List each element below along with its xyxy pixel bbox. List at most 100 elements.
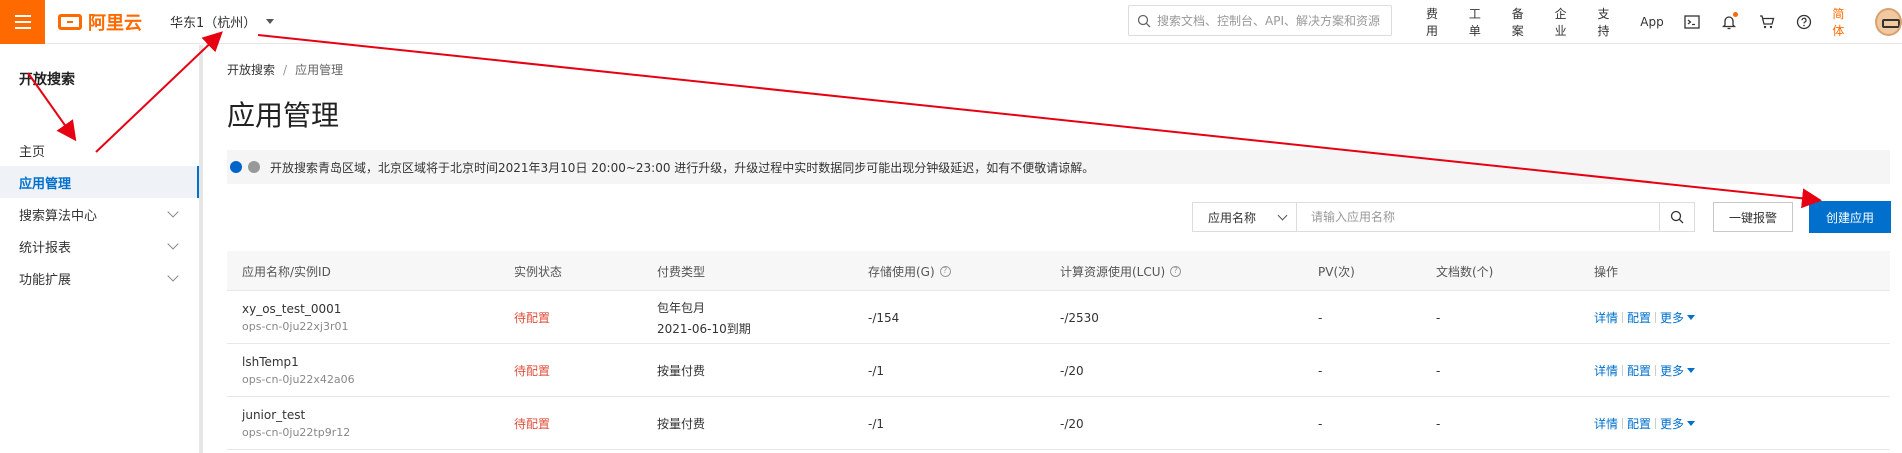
col-status: 实例状态 (514, 264, 563, 279)
table-header: 应用名称/实例ID 实例状态 付费类型 存储使用(G)? 计算资源使用(LCU)… (227, 251, 1890, 291)
aliyun-logo-icon (58, 13, 82, 30)
sidebar-item-app-management[interactable]: 应用管理 (0, 166, 199, 198)
app-name: xy_os_test_0001 (242, 302, 342, 316)
caret-down-icon (266, 19, 275, 24)
more-dropdown[interactable]: 更多 (1660, 309, 1696, 326)
doc-count: - (1436, 310, 1441, 325)
pager-dot-icon[interactable] (248, 161, 260, 173)
col-pay-type: 付费类型 (657, 264, 706, 279)
table-row: junior_test ops-cn-0ju22tp9r12 待配置 按量付费 -… (227, 397, 1890, 450)
lcu-usage: -/20 (1060, 416, 1084, 431)
storage-usage: -/1 (868, 416, 885, 431)
region-selector[interactable]: 华东1（杭州） (170, 12, 275, 31)
details-link[interactable]: 详情 (1594, 362, 1618, 379)
status-badge: 待配置 (514, 417, 551, 431)
sidebar: 开放搜索 主页 应用管理 搜索算法中心 统计报表 功能扩展 (0, 45, 203, 453)
top-bar: 阿里云 华东1（杭州） 搜索文档、控制台、API、解决方案和资源 费用 工单 备… (0, 0, 1902, 44)
doc-count: - (1436, 416, 1441, 431)
breadcrumb-current: 应用管理 (295, 63, 344, 77)
caret-down-icon (1687, 421, 1696, 426)
avatar[interactable] (1875, 8, 1902, 36)
help-icon[interactable] (1795, 13, 1812, 31)
chevron-down-icon (167, 206, 179, 218)
create-app-button[interactable]: 创建应用 (1809, 201, 1891, 233)
table-row: xy_os_test_0001 ops-cn-0ju22xj3r01 待配置 包年… (227, 291, 1890, 344)
sidebar-item-statistics[interactable]: 统计报表 (0, 230, 199, 262)
breadcrumb: 开放搜索 / 应用管理 (227, 61, 343, 78)
pv-count: - (1318, 363, 1323, 378)
one-click-alarm-button[interactable]: 一键报警 (1713, 202, 1793, 232)
sidebar-item-label: 搜索算法中心 (19, 208, 98, 224)
nav-enterprise[interactable]: 企业 (1555, 5, 1578, 39)
table-row: lshTemp1 ops-cn-0ju22x42a06 待配置 按量付费 -/1 … (227, 344, 1890, 397)
col-storage: 存储使用(G)? (868, 251, 951, 291)
instance-id: ops-cn-0ju22x42a06 (242, 373, 355, 386)
details-link[interactable]: 详情 (1594, 415, 1618, 432)
details-link[interactable]: 详情 (1594, 309, 1618, 326)
more-dropdown[interactable]: 更多 (1660, 415, 1696, 432)
logo[interactable]: 阿里云 (58, 9, 142, 35)
terminal-icon[interactable] (1684, 13, 1701, 31)
search-button[interactable] (1659, 202, 1695, 232)
status-badge: 待配置 (514, 311, 551, 325)
language-switch[interactable]: 简体 (1832, 5, 1855, 39)
help-circle-icon[interactable]: ? (1170, 265, 1182, 277)
breadcrumb-root[interactable]: 开放搜索 (227, 63, 275, 77)
more-dropdown[interactable]: 更多 (1660, 362, 1696, 379)
pager-dot-active-icon[interactable] (230, 161, 242, 173)
storage-usage: -/1 (868, 363, 885, 378)
app-table: 应用名称/实例ID 实例状态 付费类型 存储使用(G)? 计算资源使用(LCU)… (227, 251, 1890, 450)
pay-type: 包年包月 (657, 300, 706, 315)
app-name: lshTemp1 (242, 355, 299, 369)
app-name: junior_test (242, 408, 306, 422)
pv-count: - (1318, 416, 1323, 431)
instance-id: ops-cn-0ju22tp9r12 (242, 426, 351, 439)
global-search-placeholder: 搜索文档、控制台、API、解决方案和资源 (1157, 14, 1380, 28)
caret-down-icon (1687, 368, 1696, 373)
nav-support[interactable]: 支持 (1597, 5, 1620, 39)
sidebar-item-label: 统计报表 (19, 240, 72, 256)
storage-usage: -/154 (868, 310, 900, 325)
sidebar-title: 开放搜索 (19, 72, 75, 88)
sidebar-item-algorithm-center[interactable]: 搜索算法中心 (0, 198, 199, 230)
global-search[interactable]: 搜索文档、控制台、API、解决方案和资源 (1128, 5, 1392, 36)
region-label: 华东1（杭州） (170, 16, 257, 31)
sidebar-item-label: 主页 (19, 144, 46, 160)
sidebar-item-home[interactable]: 主页 (0, 134, 199, 166)
col-pv: PV(次) (1318, 264, 1355, 279)
configure-link[interactable]: 配置 (1627, 415, 1651, 432)
configure-link[interactable]: 配置 (1627, 309, 1651, 326)
expire-date: 2021-06-10到期 (657, 321, 751, 336)
nav-icp[interactable]: 备案 (1512, 5, 1535, 39)
chevron-down-icon (167, 270, 179, 282)
notice-banner: 开放搜索青岛区域，北京区域将于北京时间2021年3月10日 20:00~23:0… (227, 150, 1890, 184)
status-badge: 待配置 (514, 364, 551, 378)
nav-app[interactable]: App (1640, 15, 1663, 29)
doc-count: - (1436, 363, 1441, 378)
sidebar-item-label: 功能扩展 (19, 272, 72, 288)
filter-select-value: 应用名称 (1208, 210, 1257, 225)
chevron-down-icon (1277, 210, 1288, 220)
page-title: 应用管理 (227, 99, 340, 132)
bell-icon[interactable] (1721, 12, 1739, 31)
configure-link[interactable]: 配置 (1627, 362, 1651, 379)
breadcrumb-separator: / (283, 63, 288, 77)
menu-icon[interactable] (0, 0, 45, 44)
app-name-search-input[interactable] (1296, 202, 1660, 232)
search-icon (1137, 14, 1151, 27)
sidebar-item-extensions[interactable]: 功能扩展 (0, 262, 199, 294)
help-circle-icon[interactable]: ? (939, 265, 951, 277)
caret-down-icon (1687, 315, 1696, 320)
sidebar-item-label: 应用管理 (19, 176, 72, 192)
notification-dot (1733, 12, 1739, 17)
lcu-usage: -/20 (1060, 363, 1084, 378)
chevron-down-icon (167, 238, 179, 250)
pay-type: 按量付费 (657, 417, 706, 431)
notice-text: 开放搜索青岛区域，北京区域将于北京时间2021年3月10日 20:00~23:0… (270, 160, 1095, 175)
nav-billing[interactable]: 费用 (1426, 5, 1449, 39)
col-lcu: 计算资源使用(LCU)? (1060, 251, 1182, 291)
cart-icon[interactable] (1758, 13, 1775, 31)
nav-ticket[interactable]: 工单 (1469, 5, 1492, 39)
search-icon (1670, 210, 1684, 224)
filter-field-select[interactable]: 应用名称 (1192, 202, 1296, 232)
